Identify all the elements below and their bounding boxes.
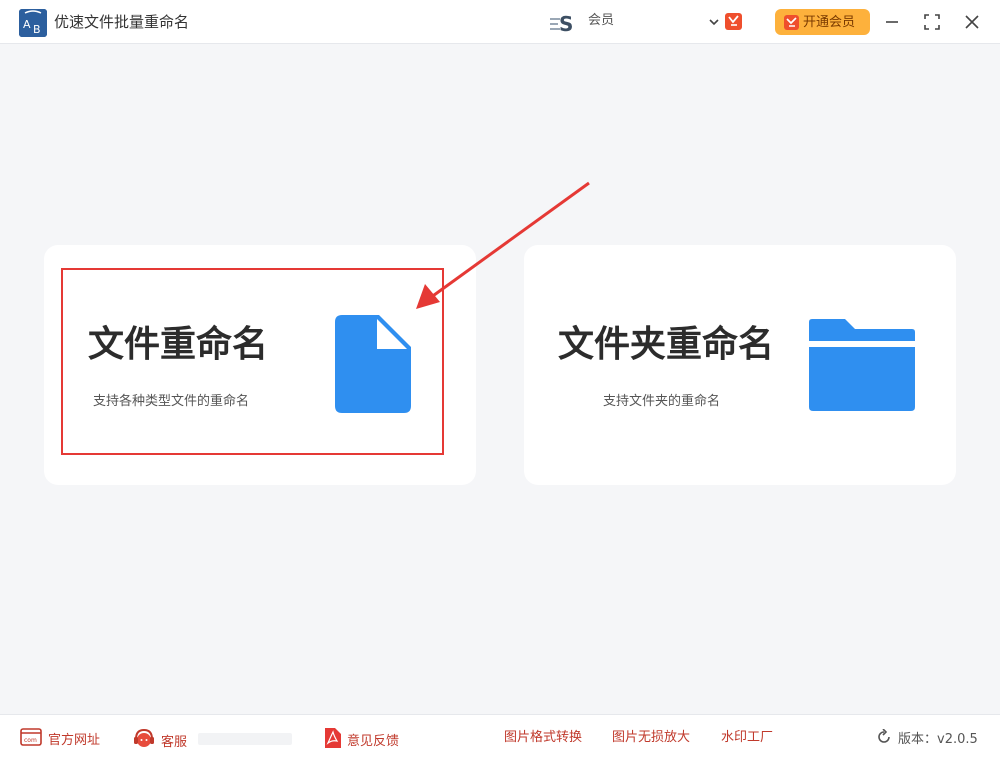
footer-link-watermark[interactable]: 水印工厂 (721, 729, 773, 747)
vip-upgrade-button[interactable]: 开通会员 (775, 9, 870, 35)
close-button[interactable] (960, 10, 984, 34)
file-rename-card[interactable]: 文件重命名 支持各种类型文件的重命名 (44, 245, 476, 485)
maximize-icon (924, 14, 940, 30)
minimize-button[interactable] (880, 10, 904, 34)
feedback-link[interactable]: 意见反馈 (323, 728, 399, 755)
file-icon (335, 315, 411, 413)
folder-rename-description: 支持文件夹的重命名 (603, 394, 721, 409)
file-rename-description: 支持各种类型文件的重命名 (93, 394, 250, 409)
website-icon: com (20, 728, 42, 753)
maximize-button[interactable] (920, 10, 944, 34)
member-badge-icon (725, 13, 742, 30)
version-label: 版本：v2.0.5 (898, 732, 978, 747)
member-logo-icon[interactable]: S (550, 12, 578, 36)
svg-text:S: S (559, 12, 573, 34)
customer-service-label: 客服 (161, 734, 188, 750)
version-info[interactable]: 版本：v2.0.5 (876, 728, 978, 751)
official-website-label: 官方网址 (48, 732, 101, 748)
refresh-icon (876, 728, 892, 751)
vip-icon (784, 14, 799, 30)
file-rename-title: 文件重命名 (88, 324, 269, 365)
footer-bar: com 官方网址 客服 意见反馈 图片格式转换 图片无损放大 水印工厂 版本：v… (0, 714, 1000, 760)
customer-service-link[interactable]: 客服 (133, 728, 187, 757)
folder-icon (809, 319, 915, 411)
close-icon (965, 15, 979, 29)
vip-button-label: 开通会员 (803, 14, 856, 29)
minimize-icon (886, 21, 898, 23)
headset-icon (133, 728, 155, 757)
svg-text:com: com (24, 737, 37, 744)
folder-rename-title: 文件夹重命名 (558, 324, 775, 365)
svg-text:A: A (23, 18, 31, 31)
pdf-feedback-icon (323, 728, 341, 755)
folder-rename-card[interactable]: 文件夹重命名 支持文件夹的重命名 (524, 245, 956, 485)
title-bar: A B 优速文件批量重命名 S 会员 开通会员 (0, 0, 1000, 44)
member-name: 会员 (588, 13, 615, 28)
app-title: 优速文件批量重命名 (54, 13, 190, 31)
chevron-down-icon[interactable] (707, 14, 721, 28)
footer-link-image-convert[interactable]: 图片格式转换 (504, 729, 582, 747)
feedback-label: 意见反馈 (347, 733, 400, 749)
footer-link-image-upscale[interactable]: 图片无损放大 (612, 729, 690, 747)
official-website-link[interactable]: com 官方网址 (20, 728, 100, 753)
svg-text:B: B (33, 23, 41, 36)
app-logo-icon: A B (19, 9, 47, 37)
redacted-contact (198, 733, 292, 745)
